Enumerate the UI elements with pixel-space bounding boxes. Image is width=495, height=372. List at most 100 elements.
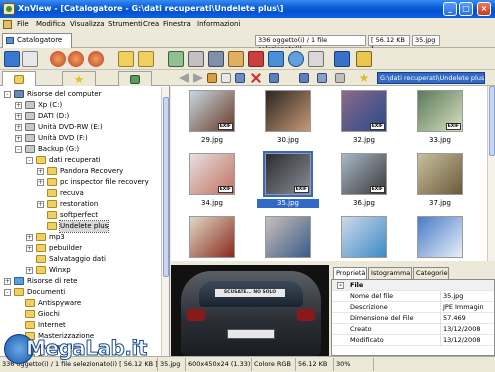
thumbnail-item[interactable]	[257, 214, 319, 261]
tab-folders[interactable]	[2, 71, 36, 86]
tree-item[interactable]: Giochi	[0, 309, 160, 320]
property-row[interactable]: Creato 13/12/2008	[332, 324, 494, 335]
tree-item[interactable]: - dati recuperati	[0, 155, 160, 166]
tree-item[interactable]: - Risorse del computer	[0, 89, 160, 100]
move-to-folder-icon[interactable]	[118, 51, 134, 67]
delete-icon[interactable]	[251, 73, 261, 83]
globe-icon[interactable]	[288, 51, 304, 67]
tree-item[interactable]: + pebuilder	[0, 243, 160, 254]
copy-to-folder-icon[interactable]	[138, 51, 154, 67]
thumbnail-item[interactable]: EXIF 33.jpg	[409, 88, 471, 150]
close-button[interactable]: ×	[477, 2, 491, 16]
parent-folder-icon[interactable]	[207, 73, 217, 83]
thumbnail-item[interactable]: EXIF 36.jpg	[333, 151, 395, 213]
expand-icon[interactable]: +	[37, 179, 44, 186]
expand-icon[interactable]: +	[37, 201, 44, 208]
property-row[interactable]: Nome del file 35.jpg	[332, 291, 494, 302]
expand-icon[interactable]: +	[26, 234, 33, 241]
collapse-icon[interactable]: -	[26, 157, 33, 164]
properties-group-file[interactable]: - File	[332, 280, 494, 291]
expand-icon[interactable]: +	[4, 278, 11, 285]
document-menu-icon[interactable]	[3, 20, 12, 29]
menu-file[interactable]: File	[17, 20, 29, 28]
expand-icon[interactable]: +	[26, 267, 33, 274]
tree-item[interactable]: + Risorse di rete	[0, 276, 160, 287]
browser-scrollbar-thumb[interactable]	[489, 86, 495, 156]
thumbnail-size-icon[interactable]	[335, 73, 345, 83]
expand-icon[interactable]: +	[26, 245, 33, 252]
property-row[interactable]: Modificato 13/12/2008	[332, 335, 494, 346]
menu-visualizza[interactable]: Visualizza	[70, 20, 104, 28]
tree-item[interactable]: + Xp (C:)	[0, 100, 160, 111]
tab-categories[interactable]	[118, 71, 152, 86]
menu-finestra[interactable]: Finestra	[163, 20, 191, 28]
scrollbar-thumb[interactable]	[163, 97, 169, 277]
tree-item[interactable]: + mp3	[0, 232, 160, 243]
property-row[interactable]: Dimensione del File 57.469	[332, 313, 494, 324]
tab-categorie[interactable]: Categorie	[413, 267, 449, 279]
tree-item[interactable]: softperfect	[0, 210, 160, 221]
thumbnail-item[interactable]	[409, 214, 471, 261]
menu-informazioni[interactable]: Informazioni	[197, 20, 240, 28]
expand-icon[interactable]: +	[15, 124, 22, 131]
tree-item[interactable]: Salvataggio dati	[0, 254, 160, 265]
new-folder-icon[interactable]	[221, 73, 231, 83]
batch-convert-icon[interactable]	[168, 51, 184, 67]
thumbnail-item[interactable]	[333, 214, 395, 261]
tree-item[interactable]: - Documenti	[0, 287, 160, 298]
favorites-star-icon[interactable]	[359, 73, 369, 83]
menu-crea[interactable]: Crea	[143, 20, 159, 28]
collapse-icon[interactable]: -	[15, 146, 22, 153]
path-field[interactable]: G:\dati recuperati\Undelete plus\	[377, 72, 485, 84]
expand-icon[interactable]: +	[15, 135, 22, 142]
capture-icon[interactable]	[248, 51, 264, 67]
tree-item[interactable]: Undelete plus	[0, 220, 160, 233]
thumbnail-item[interactable]: EXIF 29.jpg	[181, 88, 243, 150]
folder-tree-scrollbar[interactable]	[161, 87, 169, 356]
tree-item[interactable]: + DATI (D:)	[0, 111, 160, 122]
tab-istogramma[interactable]: Istogramma	[368, 267, 412, 279]
tree-item[interactable]: Antispyware	[0, 298, 160, 309]
tree-item[interactable]: + restoration	[0, 199, 160, 210]
minimize-button[interactable]: _	[443, 2, 457, 16]
tab-catalogatore[interactable]: Catalogatore	[2, 33, 72, 48]
refresh-icon[interactable]	[50, 51, 66, 67]
browser-view-icon[interactable]	[4, 51, 20, 67]
expand-icon[interactable]: +	[15, 113, 22, 120]
tab-proprieta[interactable]: Proprietà	[333, 267, 367, 279]
settings-icon[interactable]	[308, 51, 324, 67]
menu-modifica[interactable]: Modifica	[36, 20, 65, 28]
menu-strumenti[interactable]: Strumenti	[108, 20, 143, 28]
rotate-left-icon[interactable]	[68, 51, 84, 67]
tree-item[interactable]: + Winxp	[0, 265, 160, 276]
thumbnail-item[interactable]: EXIF 32.jpg	[333, 88, 395, 150]
forward-arrow-icon[interactable]	[193, 73, 203, 83]
thumbnail-item[interactable]	[181, 214, 243, 261]
filter-icon[interactable]	[317, 73, 327, 83]
web-page-icon[interactable]	[268, 51, 284, 67]
help-icon[interactable]	[334, 51, 350, 67]
maximize-button[interactable]: □	[459, 2, 473, 16]
info-icon[interactable]	[356, 51, 372, 67]
edit-icon[interactable]	[235, 73, 245, 83]
browser-scrollbar[interactable]	[487, 86, 495, 261]
thumbnail-item[interactable]: 37.jpg	[409, 151, 471, 213]
back-arrow-icon[interactable]	[179, 73, 189, 83]
tree-item[interactable]: + pc inspector file recovery	[0, 177, 160, 188]
collapse-icon[interactable]: -	[4, 289, 11, 296]
tree-item[interactable]: - Backup (G:)	[0, 144, 160, 155]
expand-icon[interactable]: +	[15, 102, 22, 109]
tree-item[interactable]: + Unità DVD (F:)	[0, 133, 160, 144]
slideshow-icon[interactable]	[228, 51, 244, 67]
tree-item[interactable]: + Pandora Recovery	[0, 166, 160, 177]
print-icon[interactable]	[188, 51, 204, 67]
tree-item[interactable]: recuva	[0, 188, 160, 199]
tab-favorites[interactable]	[62, 71, 96, 86]
expand-icon[interactable]: +	[37, 168, 44, 175]
rotate-right-icon[interactable]	[88, 51, 104, 67]
collapse-toggle-icon[interactable]: -	[337, 282, 344, 289]
thumbnail-item[interactable]: EXIF 34.jpg	[181, 151, 243, 213]
collapse-icon[interactable]: -	[4, 91, 11, 98]
scan-icon[interactable]	[208, 51, 224, 67]
thumbnail-item[interactable]: EXIF 35.jpg	[257, 151, 319, 213]
